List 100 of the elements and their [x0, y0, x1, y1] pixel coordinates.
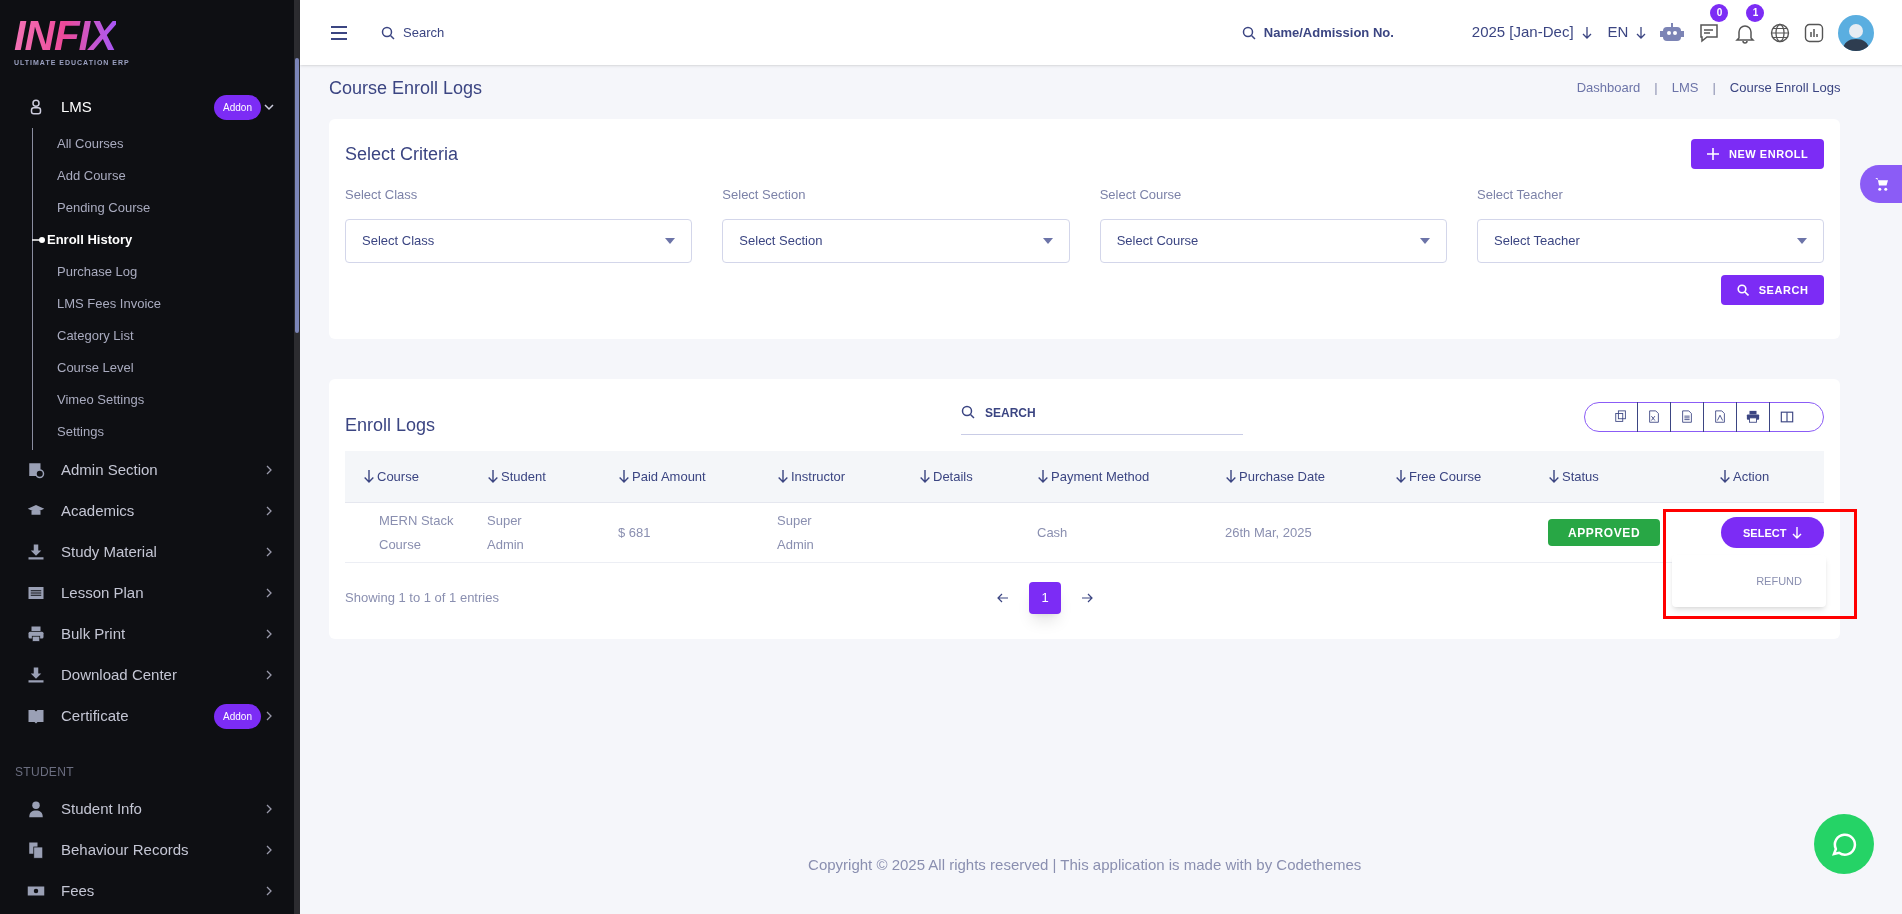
arrow-down-icon: [1037, 470, 1049, 483]
column-header[interactable]: Payment Method: [1037, 466, 1225, 487]
column-header[interactable]: Details: [919, 466, 1037, 487]
arrow-down-icon: [487, 470, 499, 483]
sidebar-item[interactable]: Academics: [0, 490, 294, 532]
table-cell-text: MERN Stack Course: [378, 511, 455, 554]
download-icon: [27, 543, 45, 561]
column-header[interactable]: Student: [487, 466, 618, 487]
arrow-down-icon: [1636, 26, 1647, 39]
sidebar-item[interactable]: Study Material: [0, 531, 294, 573]
count-badge: 0: [1710, 3, 1729, 22]
section-heading: STUDENT: [14, 763, 75, 781]
search-icon: [961, 405, 975, 419]
column-header[interactable]: Paid Amount: [618, 466, 777, 487]
submenu-item[interactable]: Category List: [33, 319, 294, 352]
arrow-down-icon: [1719, 470, 1731, 483]
search-icon: [381, 25, 395, 40]
entries-info: Showing 1 to 1 of 1 entries: [345, 589, 499, 608]
list-icon: [27, 584, 45, 602]
addon-badge: Addon: [214, 94, 261, 120]
select-dropdown[interactable]: SELECT: [1721, 517, 1825, 548]
printer-icon: [27, 625, 45, 643]
sidebar-item[interactable]: Lesson Plan: [0, 572, 294, 614]
sidebar-item[interactable]: Bulk Print: [0, 613, 294, 655]
documents-icon: [27, 841, 45, 859]
sidebar-item[interactable]: Behaviour Records: [0, 829, 294, 871]
column-header[interactable]: Action: [1719, 466, 1825, 487]
cart-button[interactable]: [1860, 165, 1902, 203]
field-label: Select Teacher: [1477, 186, 1564, 204]
card-title: Select Criteria: [345, 142, 459, 166]
sidebar-item[interactable]: Student Info: [0, 788, 294, 830]
submenu-item[interactable]: Purchase Log: [33, 255, 294, 288]
session-dropdown[interactable]: 2025 [Jan-Dec]: [1471, 21, 1592, 44]
sidebar-item[interactable]: Fees: [0, 870, 294, 912]
search-field[interactable]: Search: [403, 22, 581, 43]
sidebar-item[interactable]: Certificate Addon: [0, 695, 294, 737]
arrow-down-icon: [618, 470, 630, 483]
submenu-item[interactable]: Add Course: [33, 159, 294, 192]
breadcrumb-separator: |: [1712, 79, 1716, 98]
search-icon: [1241, 25, 1256, 40]
breadcrumb-link[interactable]: LMS: [1671, 78, 1699, 98]
table-cell-text: Super Admin: [487, 511, 525, 554]
caret-down-icon: [1797, 238, 1808, 244]
robot-icon: [1660, 21, 1685, 44]
active-marker-icon: [32, 235, 46, 244]
column-header[interactable]: Status: [1548, 466, 1719, 487]
sidebar-item[interactable]: LMS Addon: [0, 86, 294, 128]
submenu-item[interactable]: All Courses: [33, 127, 294, 160]
select-field[interactable]: Select Section: [722, 219, 1070, 263]
new-enroll-button[interactable]: NEW ENROLL: [1690, 139, 1825, 169]
breadcrumb-separator: |: [1654, 79, 1658, 98]
search-icon: [1736, 284, 1749, 296]
submenu-item[interactable]: Enroll History: [33, 223, 294, 256]
submenu-item[interactable]: Settings: [33, 415, 294, 448]
column-header[interactable]: Free Course: [1395, 466, 1548, 487]
field-label: Select Section: [722, 186, 807, 204]
search-field[interactable]: SEARCH: [961, 391, 1243, 435]
breadcrumb-link[interactable]: Course Enroll Logs: [1729, 78, 1841, 98]
field-label: Select Class: [345, 186, 419, 204]
arrow-down-icon: [777, 470, 789, 483]
sidebar-item[interactable]: Admin Section: [0, 449, 294, 491]
chart-icon: [1804, 22, 1825, 43]
breadcrumb-link[interactable]: Dashboard: [1576, 78, 1641, 98]
printer-icon: [1746, 410, 1761, 424]
globe-icon: [1770, 22, 1791, 43]
submenu-item[interactable]: Pending Course: [33, 191, 294, 224]
table-cell-text: Super Admin: [777, 511, 815, 554]
select-field[interactable]: Select Class: [345, 219, 693, 263]
arrow-down-icon: [363, 470, 375, 483]
download-icon: [27, 666, 45, 684]
column-header[interactable]: Purchase Date: [1225, 466, 1395, 487]
plus-icon: [1706, 148, 1719, 160]
submenu-item[interactable]: Course Level: [33, 351, 294, 384]
page-title: Course Enroll Logs: [329, 76, 483, 100]
select-field[interactable]: Select Teacher: [1477, 219, 1825, 263]
search-button[interactable]: SEARCH: [1720, 275, 1825, 305]
submenu-item[interactable]: LMS Fees Invoice: [33, 287, 294, 320]
table-cell-text: Cash: [1037, 523, 1069, 542]
addon-badge: Addon: [214, 703, 261, 729]
chat-button[interactable]: [1698, 21, 1721, 44]
caret-down-icon: [1042, 238, 1053, 244]
select-field[interactable]: Select Course: [1099, 219, 1448, 263]
arrow-down-icon: [919, 470, 931, 483]
column-header[interactable]: Instructor: [777, 466, 919, 487]
page-button[interactable]: 1: [1029, 582, 1061, 614]
submenu-item[interactable]: Vimeo Settings: [33, 383, 294, 416]
search-field[interactable]: Name/Admission No.: [1263, 22, 1439, 43]
sidebar-item[interactable]: Download Center: [0, 654, 294, 696]
column-header[interactable]: Course: [345, 466, 487, 487]
document-icon: [1680, 410, 1695, 424]
avatar[interactable]: [1838, 14, 1875, 51]
book-icon: [27, 707, 45, 725]
arrow-down-icon: [1792, 526, 1803, 539]
caret-down-icon: [1420, 238, 1431, 244]
count-badge: 1: [1746, 3, 1765, 22]
columns-icon: [1779, 410, 1794, 424]
footer-text: Copyright © 2025 All rights reserved | This application is made with by Codethemes: [808, 855, 1362, 875]
card-title: Enroll Logs: [345, 413, 437, 437]
language-dropdown[interactable]: EN: [1607, 21, 1647, 44]
table-cell-text: 26th Mar, 2025: [1225, 523, 1313, 542]
